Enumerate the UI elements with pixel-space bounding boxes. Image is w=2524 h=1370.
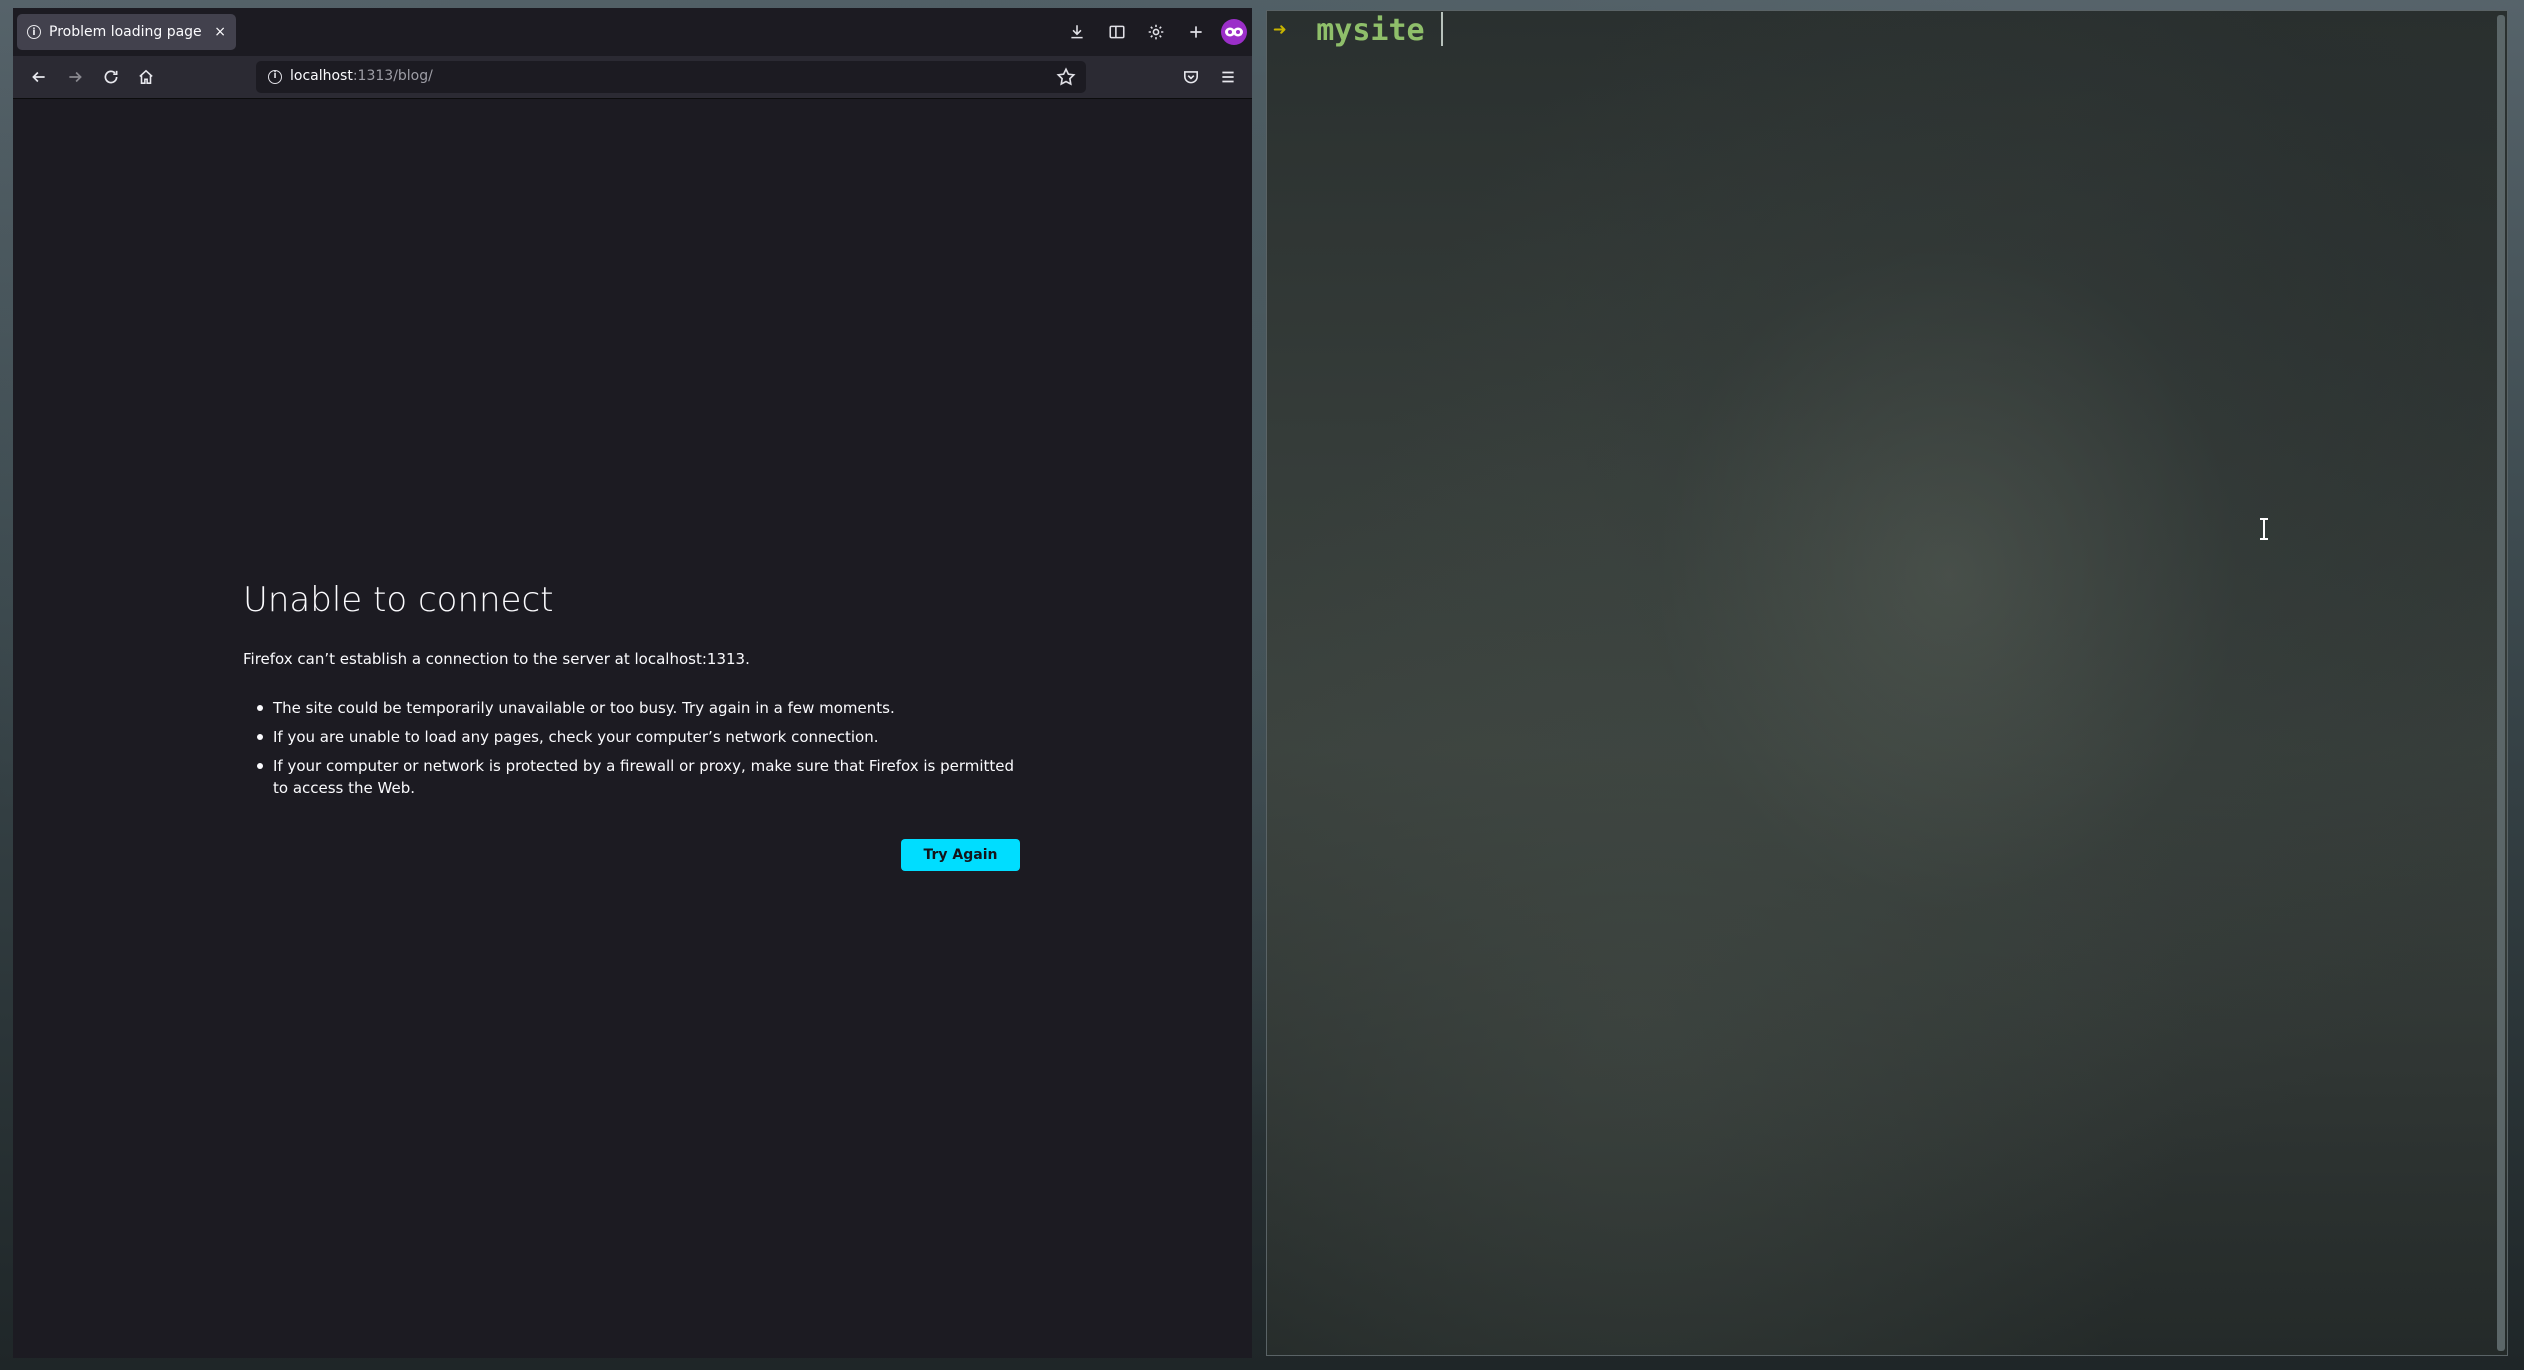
list-item: If your computer or network is protected…	[243, 755, 1023, 799]
prompt-arrow-icon: ➜	[1273, 18, 1287, 43]
pocket-icon[interactable]	[1179, 65, 1203, 89]
terminal-scrollbar[interactable]	[2497, 15, 2505, 1351]
list-item: If you are unable to load any pages, che…	[243, 726, 1023, 748]
error-title: Unable to connect	[243, 580, 554, 620]
url-path: :1313/blog/	[352, 68, 433, 84]
menu-icon[interactable]	[1216, 65, 1240, 89]
back-icon[interactable]	[27, 65, 51, 89]
terminal-window[interactable]: ➜ mysite	[1266, 10, 2508, 1356]
page-content: Unable to connect Firefox can’t establis…	[13, 99, 1252, 1358]
url-text[interactable]: localhost:1313/blog/	[290, 68, 433, 84]
sidebar-icon[interactable]	[1105, 20, 1129, 44]
url-host: localhost	[290, 68, 353, 84]
tab-problem-loading[interactable]: i Problem loading page ×	[17, 14, 236, 50]
reload-icon[interactable]	[99, 65, 123, 89]
forward-icon[interactable]	[63, 65, 87, 89]
gear-icon[interactable]	[1144, 20, 1168, 44]
error-suggestions: The site could be temporarily unavailabl…	[243, 697, 1023, 806]
tab-close-icon[interactable]: ×	[214, 24, 226, 40]
home-icon[interactable]	[134, 65, 158, 89]
download-icon[interactable]	[1065, 20, 1089, 44]
private-browsing-icon[interactable]	[1221, 19, 1247, 45]
error-description: Firefox can’t establish a connection to …	[243, 650, 750, 668]
tab-title: Problem loading page	[49, 24, 202, 40]
star-icon[interactable]	[1056, 67, 1076, 87]
try-again-button[interactable]: Try Again	[901, 839, 1020, 871]
prompt-directory: mysite	[1316, 13, 1425, 48]
terminal-prompt-line: ➜ mysite	[1273, 11, 1443, 49]
url-bar[interactable]: i localhost:1313/blog/	[256, 61, 1086, 93]
info-icon: i	[27, 25, 41, 39]
browser-window: i Problem loading page × i localhost:131…	[13, 8, 1252, 1358]
terminal-cursor	[1440, 11, 1443, 46]
mouse-ibeam-cursor-icon	[2260, 518, 2268, 540]
navigation-toolbar: i localhost:1313/blog/	[13, 56, 1252, 99]
tab-bar: i Problem loading page ×	[13, 8, 1252, 56]
list-item: The site could be temporarily unavailabl…	[243, 697, 1023, 719]
new-tab-icon[interactable]	[1184, 20, 1208, 44]
site-info-icon[interactable]: i	[268, 70, 282, 84]
